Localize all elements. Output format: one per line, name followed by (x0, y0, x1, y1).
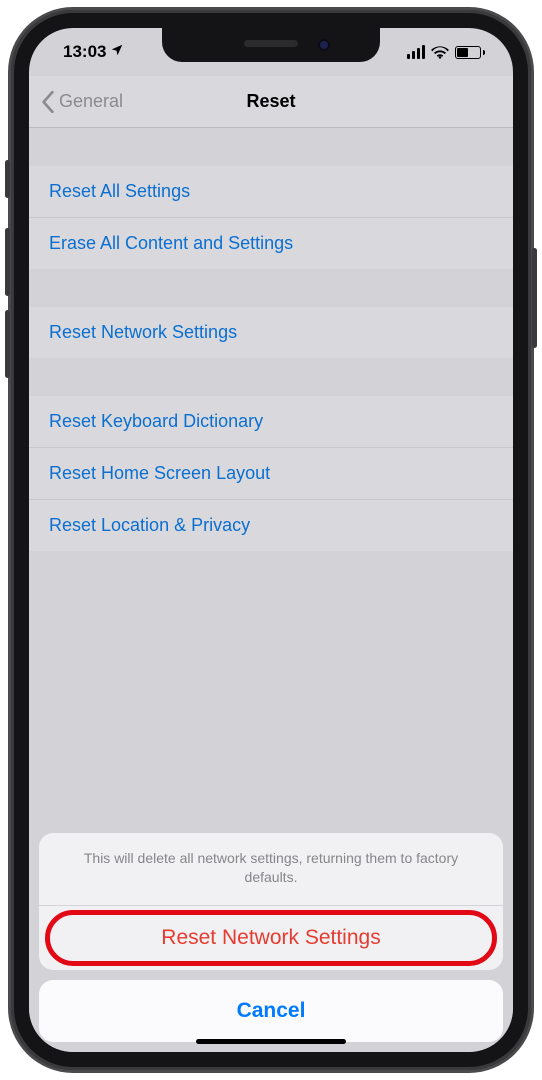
erase-all-content-cell[interactable]: Erase All Content and Settings (29, 218, 513, 269)
status-time: 13:03 (63, 42, 106, 62)
reset-location-privacy-cell[interactable]: Reset Location & Privacy (29, 500, 513, 551)
volume-down-button (5, 310, 10, 378)
back-button[interactable]: General (41, 76, 123, 127)
settings-group: Reset Network Settings (29, 307, 513, 358)
home-indicator[interactable] (196, 1039, 346, 1044)
cell-label: Reset Home Screen Layout (49, 463, 270, 483)
reset-home-screen-layout-cell[interactable]: Reset Home Screen Layout (29, 448, 513, 500)
reset-keyboard-dictionary-cell[interactable]: Reset Keyboard Dictionary (29, 396, 513, 448)
action-sheet-group: This will delete all network settings, r… (39, 833, 503, 970)
wifi-icon (431, 45, 449, 59)
settings-group: Reset Keyboard Dictionary Reset Home Scr… (29, 396, 513, 551)
chevron-left-icon (41, 91, 55, 113)
signal-icon (407, 45, 425, 59)
settings-group: Reset All Settings Erase All Content and… (29, 166, 513, 269)
cancel-button[interactable]: Cancel (39, 980, 503, 1042)
silent-switch (5, 160, 10, 198)
reset-network-settings-cell[interactable]: Reset Network Settings (29, 307, 513, 358)
nav-bar: General Reset (29, 76, 513, 128)
battery-icon (455, 46, 485, 59)
action-sheet: This will delete all network settings, r… (29, 833, 513, 1052)
cell-label: Reset Keyboard Dictionary (49, 411, 263, 431)
reset-all-settings-cell[interactable]: Reset All Settings (29, 166, 513, 218)
back-label: General (59, 91, 123, 112)
destructive-label: Reset Network Settings (161, 926, 380, 949)
status-left: 13:03 (63, 42, 124, 62)
location-arrow-icon (110, 42, 124, 62)
cell-label: Reset Network Settings (49, 322, 237, 342)
volume-up-button (5, 228, 10, 296)
cancel-label: Cancel (237, 999, 306, 1022)
cell-label: Reset All Settings (49, 181, 190, 201)
cell-label: Reset Location & Privacy (49, 515, 250, 535)
reset-network-settings-destructive-button[interactable]: Reset Network Settings (39, 906, 503, 970)
section-gap (29, 128, 513, 166)
action-sheet-message: This will delete all network settings, r… (39, 833, 503, 906)
speaker-grille (244, 40, 298, 47)
power-button (532, 248, 537, 348)
notch (162, 28, 380, 62)
cell-label: Erase All Content and Settings (49, 233, 293, 253)
status-right (407, 45, 485, 59)
section-gap (29, 358, 513, 396)
device-frame: 13:03 (11, 10, 531, 1070)
section-gap (29, 269, 513, 307)
screen: 13:03 (29, 28, 513, 1052)
front-camera (318, 39, 330, 51)
page-title: Reset (246, 91, 295, 112)
